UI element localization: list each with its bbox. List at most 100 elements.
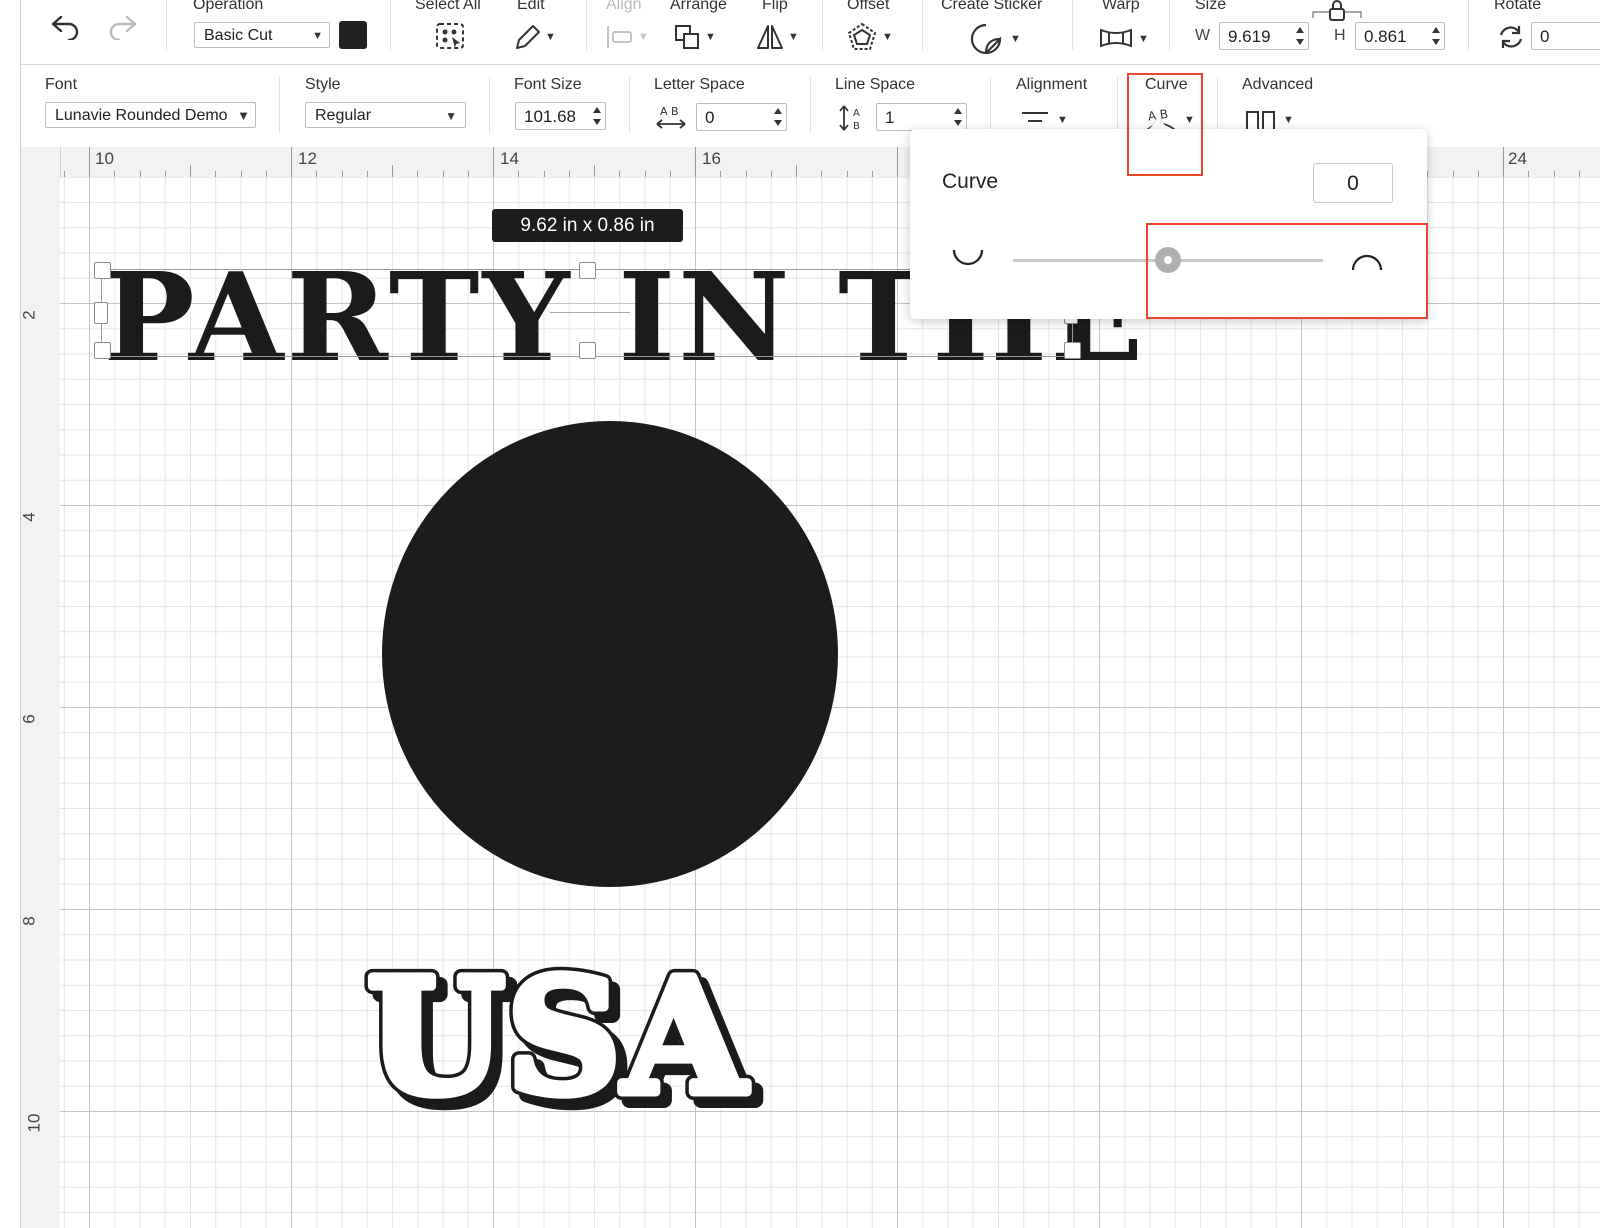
warp-icon[interactable]: [1099, 26, 1133, 50]
flip-label: Flip: [762, 0, 788, 13]
left-panel-edge: [0, 0, 21, 1228]
line-space-input[interactable]: 1: [876, 103, 967, 131]
svg-text:B: B: [853, 121, 860, 132]
lock-icon[interactable]: [1311, 0, 1363, 22]
chevron-down-icon[interactable]: ▼: [545, 31, 556, 43]
chevron-down-icon: ▼: [237, 108, 250, 123]
font-select[interactable]: Lunavie Rounded Demo ▼: [45, 102, 256, 128]
chevron-down-icon: ▼: [445, 109, 457, 123]
pencil-icon[interactable]: [513, 22, 543, 52]
curve-value-input[interactable]: 0: [1313, 163, 1393, 203]
divider: [390, 0, 391, 50]
divider: [822, 0, 823, 50]
chevron-down-icon[interactable]: ▼: [1283, 114, 1294, 126]
divider: [629, 77, 630, 133]
chevron-down-icon[interactable]: ▼: [1057, 114, 1068, 126]
offset-icon[interactable]: [847, 22, 877, 52]
divider: [1072, 0, 1073, 50]
curve-popover-title: Curve: [942, 170, 999, 193]
ruler-label: 24: [1508, 149, 1527, 168]
resize-handle[interactable]: [1064, 342, 1081, 359]
divider: [922, 0, 923, 50]
arrange-icon[interactable]: [674, 24, 702, 50]
ruler-label: 10: [24, 1113, 44, 1133]
center-guide: [550, 312, 630, 313]
rotate-value: 0: [1540, 27, 1550, 46]
chevron-down-icon: ▼: [638, 31, 649, 43]
letter-space-icon: A B: [656, 105, 686, 129]
ruler-label: 16: [702, 149, 721, 168]
advanced-icon[interactable]: [1245, 109, 1277, 131]
resize-handle[interactable]: [579, 262, 596, 279]
alignment-label: Alignment: [1016, 76, 1088, 93]
width-value: 9.619: [1228, 27, 1271, 46]
stepper-icon[interactable]: [953, 107, 963, 127]
undo-icon[interactable]: [49, 14, 81, 40]
line-space-label: Line Space: [835, 76, 916, 93]
resize-handle[interactable]: [94, 342, 111, 359]
ruler-left: 2 4 6 8 10: [19, 147, 61, 1228]
font-size-input[interactable]: 101.68: [515, 102, 606, 130]
ruler-tick: [1503, 147, 1504, 177]
chevron-down-icon: ▼: [312, 30, 323, 42]
advanced-label: Advanced: [1242, 76, 1314, 93]
size-tooltip: 9.62 in x 0.86 in: [492, 209, 683, 242]
divider: [489, 77, 490, 133]
width-prefix: W: [1195, 27, 1211, 44]
stepper-icon[interactable]: [1295, 26, 1305, 46]
style-select[interactable]: Regular ▼: [305, 102, 466, 128]
line-space-value: 1: [885, 108, 895, 127]
divider: [166, 0, 167, 50]
circle-shape[interactable]: [382, 421, 838, 887]
stepper-icon[interactable]: [1431, 26, 1441, 46]
select-all-icon[interactable]: [435, 22, 465, 50]
height-input[interactable]: 0.861: [1355, 22, 1445, 50]
operation-select[interactable]: Basic Cut ▼: [194, 22, 330, 48]
ruler-label: 6: [19, 714, 39, 724]
flip-icon[interactable]: [755, 22, 785, 52]
resize-handle[interactable]: [579, 342, 596, 359]
ruler-tick: [796, 165, 797, 177]
stepper-icon[interactable]: [773, 107, 783, 127]
divider: [1468, 0, 1469, 50]
height-prefix: H: [1334, 27, 1346, 44]
offset-label: Offset: [847, 0, 890, 13]
color-swatch[interactable]: [339, 21, 367, 49]
ruler-tick: [897, 147, 898, 177]
chevron-down-icon[interactable]: ▼: [1010, 33, 1021, 45]
warp-label: Warp: [1102, 0, 1140, 13]
resize-handle[interactable]: [94, 262, 111, 279]
letter-space-value: 0: [705, 108, 715, 127]
chevron-down-icon[interactable]: ▼: [1138, 33, 1149, 45]
curve-slider-highlight: [1146, 223, 1428, 319]
edit-toolbar: Operation Basic Cut ▼ Select All Edit ▼ …: [21, 0, 1600, 65]
letter-space-label: Letter Space: [654, 76, 745, 93]
letter-space-input[interactable]: 0: [696, 103, 787, 131]
chevron-down-icon[interactable]: ▼: [788, 31, 799, 43]
divider: [279, 77, 280, 133]
rotate-icon[interactable]: [1496, 23, 1526, 51]
svg-text:A B: A B: [660, 105, 679, 118]
align-text-icon[interactable]: [1020, 109, 1050, 127]
divider: [586, 0, 587, 50]
redo-icon[interactable]: [109, 14, 141, 40]
size-label: Size: [1195, 0, 1227, 13]
resize-handle[interactable]: [94, 302, 108, 324]
chevron-down-icon[interactable]: ▼: [705, 31, 716, 43]
stepper-icon[interactable]: [592, 106, 602, 126]
ruler-tick: [190, 165, 191, 177]
svg-text:A: A: [853, 108, 860, 119]
arrange-label: Arrange: [670, 0, 727, 13]
divider: [1169, 0, 1170, 50]
chevron-down-icon[interactable]: ▼: [882, 31, 893, 43]
curve-button-highlight: [1127, 73, 1203, 176]
usa-text-layer[interactable]: USA USA USA USA: [355, 960, 875, 1130]
align-icon: [607, 26, 632, 48]
divider: [1117, 77, 1118, 133]
width-input[interactable]: 9.619: [1219, 22, 1309, 50]
ruler-label: 4: [19, 512, 39, 522]
select-all-label: Select All: [415, 0, 481, 13]
ruler-tick: [291, 147, 292, 177]
rotate-input[interactable]: 0: [1531, 22, 1600, 50]
sticker-icon[interactable]: [969, 22, 1003, 56]
